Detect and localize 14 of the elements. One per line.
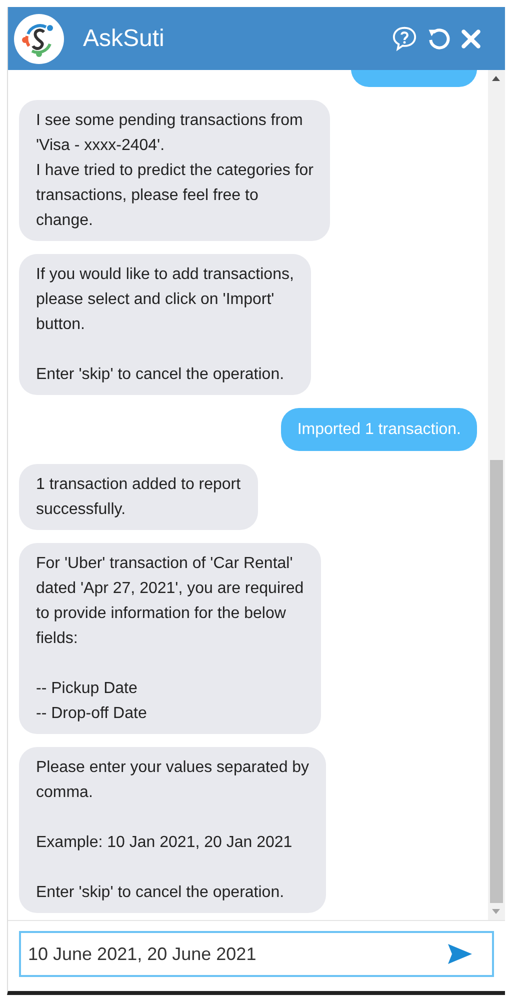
bot-message: If you would like to add transactions, please select and click on 'Import' button. Enter 'skip' to cancel the operation. [19, 254, 311, 395]
bot-message: For 'Uber' transaction of 'Car Rental' dated 'Apr 27, 2021', you are required to provide information for the below fields: -- Pickup Date -- Drop-off Date [19, 543, 321, 734]
user-message: Imported 1 transaction. [281, 408, 477, 451]
close-button[interactable] [460, 28, 482, 50]
chat-title: AskSuti [83, 24, 166, 52]
bot-message: Please enter your values separated by comma. Example: 10 Jan 2021, 20 Jan 2021 Enter 'skip' to cancel the operation. [19, 747, 326, 913]
message-input[interactable]: 10 June 2021, 20 June 2021 [19, 931, 494, 977]
refresh-button[interactable] [426, 26, 452, 52]
bot-message: 1 transaction added to report successfully. [19, 464, 258, 530]
help-button[interactable] [391, 25, 418, 52]
logo-icon [14, 14, 64, 64]
scroll-thumb[interactable] [490, 460, 503, 903]
bot-message: I see some pending transactions from 'Visa - xxxx-2404'. I have tried to predict the categories for transactions, please feel free to change. [19, 100, 330, 241]
send-icon[interactable] [447, 943, 473, 965]
